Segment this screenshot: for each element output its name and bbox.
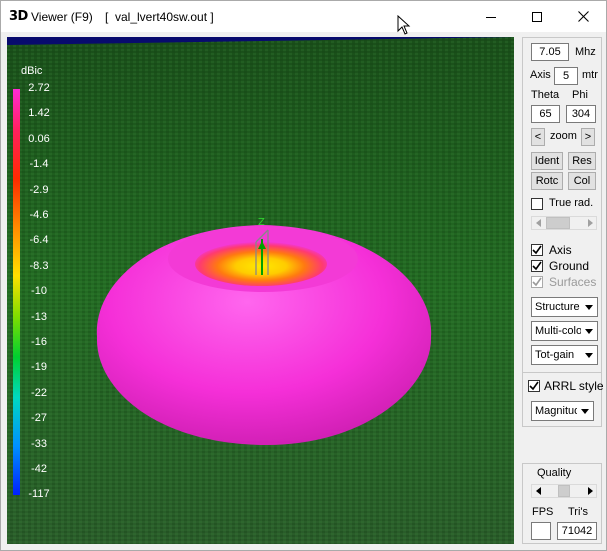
structure-select-value: Structure [535,301,580,313]
scale-unit: dBic [21,65,43,77]
close-button[interactable] [560,1,606,32]
gain-select-value: Tot-gain [535,349,575,361]
magnitude-select[interactable]: Magnitud [531,401,594,421]
frequency-input[interactable]: 7.05 [531,43,569,61]
checkmark-icon [532,277,542,287]
checkmark-icon [532,261,542,271]
quality-panel: Quality FPS Tri's 71042 [522,463,602,544]
theta-input[interactable]: 65 [531,105,560,123]
3d-scene: Z [7,37,514,544]
chevron-down-icon [577,402,593,420]
window-title: Viewer (F9) [31,10,93,24]
scale-label: -13 [31,310,47,323]
slider-left-arrow-icon[interactable] [532,485,545,497]
slider-right-arrow-icon[interactable] [583,217,596,229]
maximize-button[interactable] [514,1,560,32]
panel-divider [523,372,601,373]
chevron-down-icon [581,346,597,364]
quality-slider-thumb[interactable] [558,485,570,497]
theta-label: Theta [531,89,560,101]
quality-slider[interactable] [531,484,597,498]
scale-label: 0.06 [28,132,50,145]
surfaces-checkbox [531,276,543,288]
scale-label: -117 [28,488,50,501]
true-rad-slider[interactable] [531,216,597,230]
frequency-unit: Mhz [575,46,596,58]
tris-value: 71042 [557,522,597,540]
scale-label: 2.72 [28,82,50,94]
mouse-cursor-icon [397,14,411,38]
minimize-icon [486,12,496,22]
scale-label: 1.42 [28,107,50,120]
chevron-down-icon [581,298,597,316]
scale-label: -19 [31,361,47,374]
scale-label: -6.4 [29,234,49,247]
axis-checkbox-label: Axis [549,243,572,257]
app-icon: 3D [9,9,28,24]
col-button[interactable]: Col [568,172,596,190]
slider-right-arrow-icon[interactable] [583,485,596,497]
phi-input[interactable]: 304 [566,105,596,123]
magnitude-select-value: Magnitud [535,405,581,417]
scale-label: -22 [31,386,47,399]
phi-label: Phi [572,89,588,101]
fps-label: FPS [532,506,554,518]
color-mode-select-value: Multi-colo [535,325,583,337]
axis-checkbox[interactable] [531,244,543,256]
scale-label: -42 [31,463,47,475]
scale-label: -1.4 [29,158,49,171]
z-axis-label: Z [258,217,265,228]
chevron-down-icon [581,322,597,340]
scale-label: -4.6 [29,209,49,221]
rotc-button[interactable]: Rotc [531,172,563,190]
res-button[interactable]: Res [568,152,596,170]
checkmark-icon [532,245,542,255]
axis-length-input[interactable]: 5 [554,67,578,85]
axis-length-unit: mtr [582,69,598,81]
minimize-button[interactable] [468,1,514,32]
ground-checkbox-label: Ground [549,259,590,273]
zoom-label: zoom [550,130,577,142]
window-file-name: [ val_lvert40sw.out ] [105,10,214,24]
ident-button[interactable]: Ident [531,152,563,170]
scale-label: -8.3 [29,259,49,272]
tris-label: Tri's [568,506,589,518]
scale-label: -33 [31,437,47,450]
arrl-style-label: ARRL style [544,379,604,393]
scale-label: -2.9 [29,183,49,196]
slider-left-arrow-icon[interactable] [532,217,545,229]
checkmark-icon [529,381,539,391]
close-icon [577,11,589,22]
control-panel: 7.05 Mhz Axis 5 mtr Theta Phi 65 304 < z… [522,37,604,427]
surfaces-checkbox-label: Surfaces [549,275,597,289]
axis-length-label: Axis [530,69,551,81]
viewer-window: 3D Viewer (F9) [ val_lvert40sw.out ] Z d… [0,0,607,551]
color-scale-bar [13,89,20,495]
fps-value [531,522,551,540]
maximize-icon [532,11,542,22]
gain-select[interactable]: Tot-gain [531,345,598,365]
scale-label: -16 [31,336,47,348]
quality-label: Quality [537,467,572,479]
zoom-in-button[interactable]: > [581,128,595,146]
arrl-style-checkbox[interactable] [528,380,540,392]
zoom-out-button[interactable]: < [531,128,545,146]
slider-thumb[interactable] [546,217,570,229]
3d-viewport[interactable]: Z dBic 2.72 1.42 0.06 -1.4 -2.9 -4.6 -6.4 -8.3 -… [7,37,514,544]
ground-checkbox[interactable] [531,260,543,272]
true-rad-checkbox[interactable] [531,198,543,210]
title-bar[interactable]: 3D Viewer (F9) [ val_lvert40sw.out ] [1,1,606,35]
scale-label: -27 [31,412,47,425]
scale-label: -10 [31,285,47,298]
structure-select[interactable]: Structure [531,297,598,317]
true-rad-label: True rad. [549,197,594,209]
color-mode-select[interactable]: Multi-colo [531,321,598,341]
